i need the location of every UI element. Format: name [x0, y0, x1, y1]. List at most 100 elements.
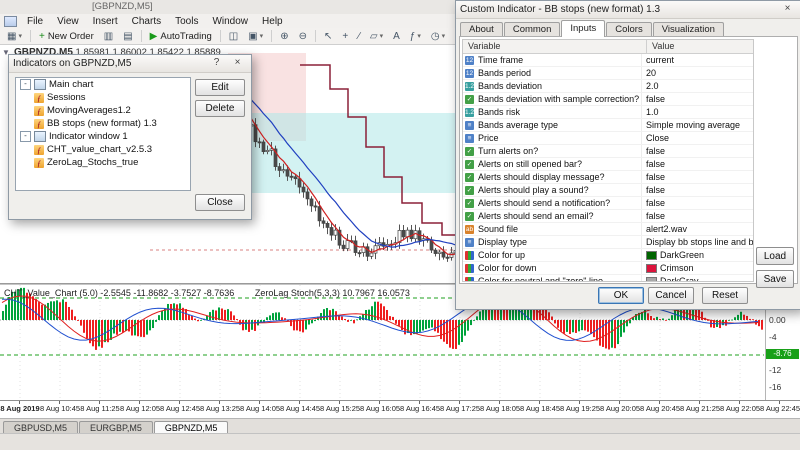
tab-inputs[interactable]: Inputs [561, 20, 605, 37]
indicators-button[interactable]: ƒ▾ [406, 28, 425, 44]
param-row[interactable]: 1.2Bands risk1.0 [463, 106, 753, 119]
menu-window[interactable]: Window [205, 16, 255, 27]
tree-item-main-chart[interactable]: -Main chart [16, 78, 190, 91]
indicator-icon: ƒ [34, 93, 44, 103]
zoom-out-button[interactable]: ⊖ [295, 28, 311, 44]
chart-bars-button[interactable]: ▥ [100, 28, 117, 44]
param-value-cell[interactable]: 2.0 [641, 80, 753, 92]
menu-view[interactable]: View [50, 16, 86, 27]
time-axis-tick [99, 401, 100, 404]
param-value-cell[interactable]: false [641, 171, 753, 183]
indicator-icon: ƒ [34, 158, 44, 168]
bool-type-icon: ✓ [465, 212, 474, 221]
menu-help[interactable]: Help [255, 16, 290, 27]
param-row[interactable]: 1.2Bands deviation2.0 [463, 80, 753, 93]
custom-indicator-titlebar[interactable]: Custom Indicator - BB stops (new format)… [456, 1, 800, 19]
tile-windows-button[interactable]: ◫ [225, 28, 242, 44]
param-value-cell[interactable]: 20 [641, 67, 753, 79]
trendline-button[interactable]: ∕ [354, 28, 364, 44]
param-row[interactable]: ≡Bands average typeSimple moving average [463, 119, 753, 132]
new-chart-button-dropdown-icon[interactable]: ▾ [18, 32, 22, 40]
reset-button[interactable]: Reset [702, 287, 748, 304]
param-value-cell[interactable]: alert2.wav [641, 223, 753, 235]
bool-type-icon: ✓ [465, 173, 474, 182]
param-row[interactable]: 12Time framecurrent [463, 54, 753, 67]
tree-item-sessions[interactable]: ƒSessions [16, 91, 190, 104]
param-value-cell[interactable]: Display bb stops line and bars [641, 236, 753, 248]
timeframes-button-dropdown-icon[interactable]: ▾ [442, 32, 446, 40]
cursor-button[interactable]: ↖ [320, 28, 336, 44]
param-value-cell[interactable]: false [641, 210, 753, 222]
text-button[interactable]: A [389, 28, 404, 44]
tree-item-zerolag-stochs-true[interactable]: ƒZeroLag_Stochs_true [16, 156, 190, 169]
tree-item-bb-stops-new-format-1-3[interactable]: ƒBB stops (new format) 1.3 [16, 117, 190, 130]
tab-about[interactable]: About [460, 22, 503, 37]
indicators-dialog-title: Indicators on GBPNZD,M5 [13, 58, 205, 69]
help-icon[interactable]: ? [207, 56, 226, 71]
collapse-icon[interactable]: - [20, 131, 31, 142]
shapes-button-dropdown-icon[interactable]: ▾ [380, 32, 384, 40]
tree-item-movingaverages1-2[interactable]: ƒMovingAverages1.2 [16, 104, 190, 117]
close-icon[interactable]: × [778, 2, 797, 17]
param-value-cell[interactable]: DarkGreen [641, 249, 753, 261]
crosshair-button[interactable]: + [338, 28, 352, 44]
cancel-button[interactable]: Cancel [648, 287, 694, 304]
chart-candles-button[interactable]: ▤ [119, 28, 136, 44]
param-row[interactable]: ✓Alerts should send an email?false [463, 210, 753, 223]
param-value-cell[interactable]: false [641, 184, 753, 196]
param-row[interactable]: ✓Alerts on still opened bar?false [463, 158, 753, 171]
menu-insert[interactable]: Insert [86, 16, 125, 27]
param-value-cell[interactable]: false [641, 145, 753, 157]
param-row[interactable]: ✓Alerts should play a sound?false [463, 184, 753, 197]
tree-item-indicator-window-1[interactable]: -Indicator window 1 [16, 130, 190, 143]
param-value-cell[interactable]: DarkGray [641, 275, 753, 282]
time-axis-tick [299, 401, 300, 404]
timeframes-button[interactable]: ◷▾ [427, 28, 449, 44]
param-row[interactable]: abSound filealert2.wav [463, 223, 753, 236]
menu-file[interactable]: File [20, 16, 50, 27]
indicators-button-dropdown-icon[interactable]: ▾ [417, 32, 421, 40]
param-value-cell[interactable]: false [641, 158, 753, 170]
new-chart-button[interactable]: ▦▾ [3, 28, 26, 44]
param-value-cell[interactable]: 1.0 [641, 106, 753, 118]
param-value-cell[interactable]: current [641, 54, 753, 66]
param-value-cell[interactable]: false [641, 197, 753, 209]
param-value-cell[interactable]: Close [641, 132, 753, 144]
param-row[interactable]: Color for downCrimson [463, 262, 753, 275]
param-row[interactable]: ✓Alerts should send a notification?false [463, 197, 753, 210]
close-icon[interactable]: × [228, 56, 247, 71]
tab-visualization[interactable]: Visualization [653, 22, 724, 37]
indicators-dialog-titlebar[interactable]: Indicators on GBPNZD,M5 ? × [9, 55, 251, 73]
param-value-cell[interactable]: false [641, 93, 753, 105]
zoom-in-button[interactable]: ⊕ [276, 28, 292, 44]
menu-tools[interactable]: Tools [168, 16, 205, 27]
param-row[interactable]: ✓Bands deviation with sample correction?… [463, 93, 753, 106]
param-row[interactable]: Color for upDarkGreen [463, 249, 753, 262]
tab-common[interactable]: Common [504, 22, 561, 37]
param-row[interactable]: ≡Display typeDisplay bb stops line and b… [463, 236, 753, 249]
new-order-button[interactable]: +New Order [35, 28, 98, 44]
close-button[interactable]: Close [195, 194, 245, 211]
ok-button[interactable]: OK [598, 287, 644, 304]
delete-button[interactable]: Delete [195, 100, 245, 117]
profiles-button-dropdown-icon[interactable]: ▾ [260, 32, 264, 40]
tree-item-cht-value-chart-v2-5-3[interactable]: ƒCHT_value_chart_v2.5.3 [16, 143, 190, 156]
edit-button[interactable]: Edit [195, 79, 245, 96]
menu-charts[interactable]: Charts [125, 16, 168, 27]
tab-colors[interactable]: Colors [606, 22, 651, 37]
trendline-button-icon: ∕ [358, 30, 360, 43]
shapes-button[interactable]: ▱▾ [366, 28, 387, 44]
param-row[interactable]: Color for neutral and "zero" lineDarkGra… [463, 275, 753, 282]
param-value-cell[interactable]: Crimson [641, 262, 753, 274]
param-row[interactable]: ✓Turn alerts on?false [463, 145, 753, 158]
load-button[interactable]: Load [756, 247, 794, 265]
time-axis[interactable]: 8 Aug 20198 Aug 10:458 Aug 11:258 Aug 12… [0, 400, 800, 419]
collapse-icon[interactable]: - [20, 79, 31, 90]
param-value-cell[interactable]: Simple moving average [641, 119, 753, 131]
param-row[interactable]: ✓Alerts should display message?false [463, 171, 753, 184]
profiles-button[interactable]: ▣▾ [244, 28, 267, 44]
save-button[interactable]: Save [756, 270, 794, 288]
param-row[interactable]: ≡PriceClose [463, 132, 753, 145]
param-row[interactable]: 12Bands period20 [463, 67, 753, 80]
autotrading-button[interactable]: ▶AutoTrading [146, 28, 216, 44]
